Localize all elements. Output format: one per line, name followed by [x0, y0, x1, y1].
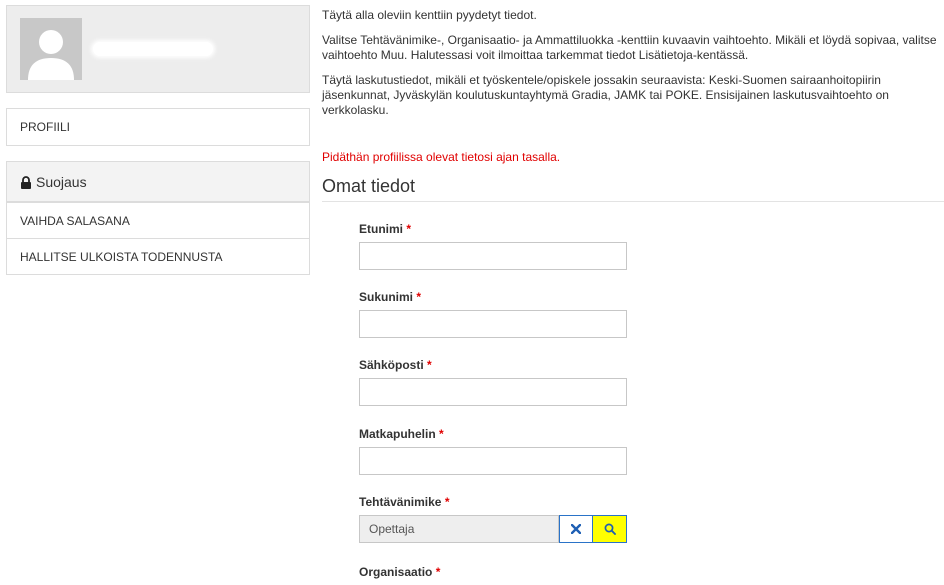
search-icon: [604, 523, 616, 535]
required-mark: *: [439, 427, 444, 441]
job-title-lookup: [359, 515, 627, 543]
required-mark: *: [406, 222, 412, 236]
profile-menu: PROFIILI: [6, 108, 310, 146]
security-header: Suojaus: [7, 162, 309, 202]
job-title-field-group: Tehtävänimike *: [359, 495, 627, 543]
first-name-label: Etunimi *: [359, 222, 627, 236]
first-name-field-group: Etunimi *: [359, 222, 627, 270]
job-title-input[interactable]: [359, 515, 559, 543]
instruction-1: Täytä alla oleviin kenttiin pyydetyt tie…: [322, 8, 537, 22]
first-name-input[interactable]: [359, 242, 627, 270]
last-name-label-text: Sukunimi: [359, 290, 414, 304]
security-menu: Suojaus VAIHDA SALASANA HALLITSE ULKOIST…: [6, 161, 310, 275]
phone-label: Matkapuhelin *: [359, 427, 627, 441]
required-mark: *: [427, 358, 432, 372]
search-button[interactable]: [593, 515, 627, 543]
profile-warning: Pidäthän profiilissa olevat tietosi ajan…: [322, 150, 561, 164]
last-name-label: Sukunimi *: [359, 290, 627, 304]
job-title-label: Tehtävänimike *: [359, 495, 627, 509]
email-label: Sähköposti *: [359, 358, 627, 372]
last-name-input[interactable]: [359, 310, 627, 338]
organization-field-group: Organisaatio *: [359, 565, 440, 585]
first-name-label-text: Etunimi: [359, 222, 403, 236]
required-mark: *: [444, 495, 450, 509]
avatar: [20, 18, 82, 80]
profile-card: [6, 5, 310, 93]
required-mark: *: [435, 565, 441, 579]
required-mark: *: [416, 290, 422, 304]
job-title-label-text: Tehtävänimike: [359, 495, 442, 509]
lock-icon: [20, 164, 32, 204]
menu-item-profile[interactable]: PROFIILI: [7, 109, 309, 145]
section-title: Omat tiedot: [322, 176, 944, 202]
email-label-text: Sähköposti: [359, 358, 424, 372]
email-input[interactable]: [359, 378, 627, 406]
clear-button[interactable]: [559, 515, 593, 543]
last-name-field-group: Sukunimi *: [359, 290, 627, 338]
menu-item-change-password[interactable]: VAIHDA SALASANA: [7, 202, 309, 238]
redacted-user-name: [93, 42, 213, 56]
phone-input[interactable]: [359, 447, 627, 475]
instruction-2: Valitse Tehtävänimike-, Organisaatio- ja…: [322, 33, 937, 62]
menu-item-manage-external-auth[interactable]: HALLITSE ULKOISTA TODENNUSTA: [7, 238, 309, 274]
email-field-group: Sähköposti *: [359, 358, 627, 406]
instructions: Täytä alla oleviin kenttiin pyydetyt tie…: [322, 8, 942, 118]
organization-label: Organisaatio *: [359, 565, 440, 579]
security-header-label: Suojaus: [36, 174, 87, 190]
user-silhouette-icon: [20, 18, 82, 80]
phone-label-text: Matkapuhelin: [359, 427, 436, 441]
phone-field-group: Matkapuhelin *: [359, 427, 627, 475]
close-icon: [571, 524, 581, 534]
organization-label-text: Organisaatio: [359, 565, 433, 579]
instruction-3: Täytä laskutustiedot, mikäli et työskent…: [322, 73, 889, 117]
